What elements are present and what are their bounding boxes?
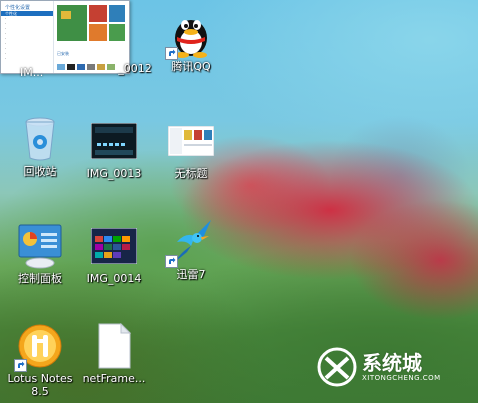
desktop-icon-label: 回收站 <box>23 165 57 178</box>
desktop-icon-lotus-notes[interactable]: Lotus Notes 8.5 <box>0 322 80 398</box>
desktop-icon-label: 腾讯QQ <box>171 60 211 73</box>
desktop-icon-recycle-bin[interactable]: 回收站 <box>0 115 80 178</box>
shortcut-arrow-icon <box>14 359 27 372</box>
lotus-notes-icon <box>14 322 64 372</box>
desktop-icon-qq[interactable]: 腾讯QQ <box>151 10 231 73</box>
thumbnail-title: 个性化设置 <box>5 5 31 11</box>
watermark-domain: XITONGCHENG.COM <box>362 374 441 382</box>
blank-file-icon <box>90 322 138 370</box>
thumbnail-menu-item: · <box>5 56 7 61</box>
desktop-icon-control-panel[interactable]: 控制面板 <box>0 222 80 285</box>
watermark-brand: 系统城 <box>362 351 422 375</box>
desktop-icon-label: 控制面板 <box>18 272 62 285</box>
recycle-bin-icon <box>16 115 64 163</box>
shortcut-arrow-icon <box>165 255 178 268</box>
desktop-icon-netframe[interactable]: netFrame... <box>74 322 154 385</box>
image-thumbnail-icon <box>89 121 139 161</box>
desktop-icon-xunlei[interactable]: 迅雷7 <box>151 218 231 281</box>
desktop-icon-label: 迅雷7 <box>176 268 206 281</box>
desktop-icon-label: IMG_0013 <box>86 167 142 180</box>
desktop-icon-img-0014[interactable]: IMG_0014 <box>74 222 154 285</box>
watermark: 系统城 XITONGCHENG.COM <box>316 346 441 388</box>
xunlei-bird-icon <box>165 218 215 268</box>
image-thumbnail-icon <box>166 121 216 161</box>
shortcut-arrow-icon <box>165 47 178 60</box>
desktop-icon-label: IMG_0014 <box>86 272 142 285</box>
image-thumbnail-icon <box>89 226 139 266</box>
desktop-icon-untitled[interactable]: 无标题 <box>151 117 231 180</box>
thumbnail-menu: 个性化设置 个性化 · · · · · · · · · <box>1 1 54 73</box>
desktop-icon-img-0012[interactable]: _0012 <box>80 12 160 75</box>
desktop-icon-label: _0012 <box>118 62 152 75</box>
image-file-icon <box>96 12 144 60</box>
control-panel-icon <box>16 222 64 270</box>
desktop-icon-label: netFrame... <box>82 372 146 385</box>
desktop: 个性化设置 个性化 · · · · · · · · · 已安装 IM... _0… <box>0 0 478 403</box>
watermark-logo-icon <box>317 347 357 387</box>
desktop-icon-label: 无标题 <box>174 167 208 180</box>
desktop-icon-label: Lotus Notes 8.5 <box>7 372 73 398</box>
qq-penguin-icon <box>165 10 215 60</box>
desktop-icon-img-0013[interactable]: IMG_0013 <box>74 117 154 180</box>
desktop-icon-label-partial: IM... <box>20 66 44 79</box>
